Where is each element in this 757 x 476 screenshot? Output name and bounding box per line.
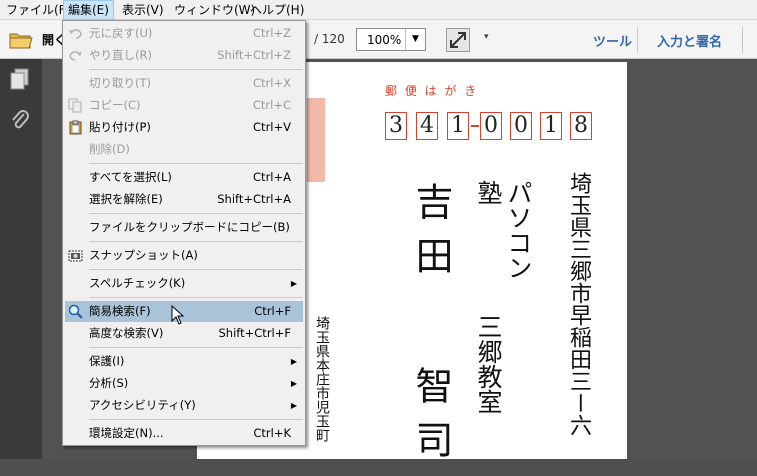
menu-item-label: スナップショット(A)	[89, 248, 198, 262]
postcard-header: 郵 便 は が き	[385, 84, 479, 98]
menu-item-label: コピー(C)	[89, 98, 141, 112]
menu-item-label: やり直し(R)	[89, 48, 152, 62]
mouse-cursor-icon	[171, 304, 185, 325]
menu-item-shortcut: Ctrl+X	[253, 76, 291, 90]
menu-item-label: 分析(S)	[89, 376, 129, 390]
menu-separator	[89, 213, 303, 214]
menu-item-shortcut: Ctrl+K	[253, 426, 291, 440]
zip-digit: 3	[385, 112, 407, 140]
org-branch: 三郷教室	[474, 314, 503, 414]
menu-item-redo[interactable]: やり直し(R) Shift+Ctrl+Z	[65, 45, 303, 66]
menu-item-shortcut: Ctrl+Z	[253, 26, 291, 40]
recipient-given-name: 智司	[409, 366, 453, 474]
menu-item-delete[interactable]: 削除(D)	[65, 139, 303, 160]
menu-help[interactable]: ヘルプ(H)	[246, 0, 308, 20]
toolbar-divider	[742, 27, 743, 53]
menu-item-shortcut: Ctrl+V	[253, 120, 291, 134]
menu-item-advanced-search[interactable]: 高度な検索(V) Shift+Ctrl+F	[65, 323, 303, 344]
menu-item-label: ファイルをクリップボードにコピー(B)	[89, 220, 290, 234]
menu-item-label: 元に戻す(U)	[89, 26, 153, 40]
menu-item-shortcut: Shift+Ctrl+A	[217, 192, 291, 206]
menu-edit[interactable]: 編集(E)	[63, 0, 114, 20]
zip-digit: 0	[480, 112, 502, 140]
menu-item-label: スペルチェック(K)	[89, 276, 186, 290]
menu-item-analyze[interactable]: 分析(S) ▶	[65, 373, 303, 394]
menu-item-deselect[interactable]: 選択を解除(E) Shift+Ctrl+A	[65, 189, 303, 210]
menu-separator	[89, 419, 303, 420]
menu-item-select-all[interactable]: すべてを選択(L) Ctrl+A	[65, 167, 303, 188]
menu-item-copy-file[interactable]: ファイルをクリップボードにコピー(B)	[65, 217, 303, 238]
submenu-arrow-icon: ▶	[290, 401, 297, 410]
menu-item-undo[interactable]: 元に戻す(U) Ctrl+Z	[65, 23, 303, 44]
menu-item-shortcut: Ctrl+A	[253, 170, 291, 184]
menu-item-protect[interactable]: 保護(I) ▶	[65, 351, 303, 372]
menu-item-paste[interactable]: 貼り付け(P) Ctrl+V	[65, 117, 303, 138]
menu-separator	[89, 69, 303, 70]
menu-item-label: 高度な検索(V)	[89, 326, 164, 340]
menu-separator	[89, 347, 303, 348]
menu-item-shortcut: Ctrl+F	[254, 304, 291, 318]
submenu-arrow-icon: ▶	[290, 379, 297, 388]
camera-icon	[68, 248, 83, 263]
zip-digit: 8	[570, 112, 592, 140]
menu-item-label: 削除(D)	[89, 142, 130, 156]
menu-item-shortcut: Shift+Ctrl+Z	[217, 48, 291, 62]
toolbar-divider	[637, 27, 638, 53]
open-folder-icon[interactable]	[8, 28, 34, 50]
zip-digit: 4	[416, 112, 438, 140]
menu-separator	[89, 241, 303, 242]
redo-icon	[68, 48, 83, 63]
page-total: / 120	[314, 32, 345, 46]
zip-digit: 1	[447, 112, 469, 140]
zip-dash	[471, 125, 479, 127]
page-thumbnails-icon[interactable]	[9, 67, 31, 91]
zoom-value: 100%	[367, 33, 402, 47]
recipient-address: 埼玉県三郷市早稲田三ー六	[566, 172, 591, 436]
menu-item-snapshot[interactable]: スナップショット(A)	[65, 245, 303, 266]
zip-digit: 1	[540, 112, 562, 140]
chevron-down-icon[interactable]: ▼	[405, 29, 425, 50]
menu-item-label: 切り取り(T)	[89, 76, 151, 90]
menu-item-cut[interactable]: 切り取り(T) Ctrl+X	[65, 73, 303, 94]
navigation-pane	[0, 59, 42, 459]
menu-item-accessibility[interactable]: アクセシビリティ(Y) ▶	[65, 395, 303, 416]
org-name: パソコン塾	[474, 180, 533, 280]
sender-address: 埼玉県本庄市児玉町	[314, 316, 330, 442]
zip-digit: 0	[510, 112, 532, 140]
submenu-arrow-icon: ▶	[290, 357, 297, 366]
clipboard-icon	[68, 120, 83, 135]
menu-item-shortcut: Shift+Ctrl+F	[218, 326, 292, 340]
recipient-surname: 吉田	[409, 182, 453, 290]
menu-item-label: すべてを選択(L)	[89, 170, 172, 184]
tools-button[interactable]: ツール	[593, 31, 632, 50]
menu-view[interactable]: 表示(V)	[118, 0, 168, 20]
copy-icon	[68, 98, 83, 113]
search-icon	[68, 304, 83, 319]
zoom-select[interactable]: 100% ▼	[356, 28, 426, 51]
menu-item-label: アクセシビリティ(Y)	[89, 398, 196, 412]
undo-icon	[68, 26, 83, 41]
zip-code-boxes: 3 4 1 0 0 1 8	[385, 112, 600, 148]
submenu-arrow-icon: ▶	[290, 279, 297, 288]
edit-menu: 元に戻す(U) Ctrl+Z やり直し(R) Shift+Ctrl+Z 切り取り…	[62, 20, 306, 446]
menu-item-label: 選択を解除(E)	[89, 192, 163, 206]
menu-item-label: 貼り付け(P)	[89, 120, 151, 134]
menu-item-copy[interactable]: コピー(C) Ctrl+C	[65, 95, 303, 116]
attachment-icon[interactable]	[9, 109, 31, 133]
menu-separator	[89, 297, 303, 298]
menu-item-label: 環境設定(N)...	[89, 426, 164, 440]
stamp-area	[307, 98, 325, 182]
toolbar-overflow-icon[interactable]: ▾	[484, 32, 489, 42]
menu-bar: ファイル(F) 編集(E) 表示(V) ウィンドウ(W) ヘルプ(H)	[0, 0, 757, 20]
fullscreen-icon[interactable]	[446, 28, 470, 52]
menu-separator	[89, 269, 303, 270]
menu-item-preferences[interactable]: 環境設定(N)... Ctrl+K	[65, 423, 303, 444]
menu-item-label: 簡易検索(F)	[89, 304, 151, 318]
menu-item-label: 保護(I)	[89, 354, 125, 368]
menu-item-spellcheck[interactable]: スペルチェック(K) ▶	[65, 273, 303, 294]
menu-separator	[89, 163, 303, 164]
menu-item-shortcut: Ctrl+C	[252, 98, 291, 112]
fill-sign-button[interactable]: 入力と署名	[657, 31, 722, 50]
